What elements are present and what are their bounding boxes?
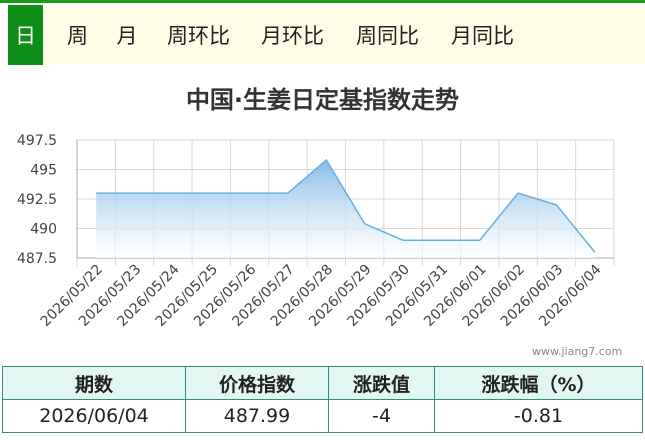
- y-tick-label: 492.5: [17, 192, 57, 208]
- cell-change-percent: -0.81: [434, 399, 643, 433]
- data-point: 2026/05/26: 493: [248, 191, 252, 195]
- header-period: 期数: [2, 366, 186, 400]
- data-point: 2026/05/27: 493: [286, 191, 290, 195]
- data-point: 2026/05/25: 493: [209, 191, 213, 195]
- data-point: 2026/06/03: 492: [554, 203, 558, 207]
- data-point: 2026/05/24: 493: [171, 191, 175, 195]
- cell-period: 2026/06/04: [2, 399, 186, 433]
- header-change-percent: 涨跌幅（%）: [434, 366, 643, 400]
- watermark: www.jiang7.com: [532, 345, 623, 358]
- data-point: 2026/06/01: 489: [478, 238, 482, 242]
- data-point: 2026/06/02: 493: [516, 191, 520, 195]
- y-tick-label: 487.5: [17, 251, 57, 267]
- y-tick-label: 490: [30, 222, 57, 238]
- header-price-index: 价格指数: [185, 366, 329, 400]
- data-point: 2026/05/29: 490.4: [363, 222, 367, 226]
- data-point: 2026/05/31: 489: [439, 238, 443, 242]
- data-point: 2026/05/28: 495.8: [324, 158, 328, 162]
- data-point: 2026/06/04: 487.99: [593, 250, 597, 254]
- header-change-value: 涨跌值: [328, 366, 435, 400]
- summary-header-row: 期数 价格指数 涨跌值 涨跌幅（%）: [2, 366, 643, 400]
- summary-data-row: 2026/06/04 487.99 -4 -0.81: [2, 399, 643, 433]
- cell-price-index: 487.99: [185, 399, 329, 433]
- cell-change-value: -4: [328, 399, 435, 433]
- data-point: 2026/05/23: 493: [133, 191, 137, 195]
- y-tick-label: 495: [30, 163, 57, 179]
- data-point: 2026/05/22: 493: [94, 191, 98, 195]
- price-index-chart: 2026/05/22: 493 2026/05/23: 493 2026/05/24…: [17, 133, 615, 330]
- y-tick-label: 497.5: [17, 133, 57, 149]
- summary-table: 期数 价格指数 涨跌值 涨跌幅（%） 2026/06/04 487.99 -4 …: [2, 366, 643, 433]
- data-point: 2026/05/30: 489: [401, 238, 405, 242]
